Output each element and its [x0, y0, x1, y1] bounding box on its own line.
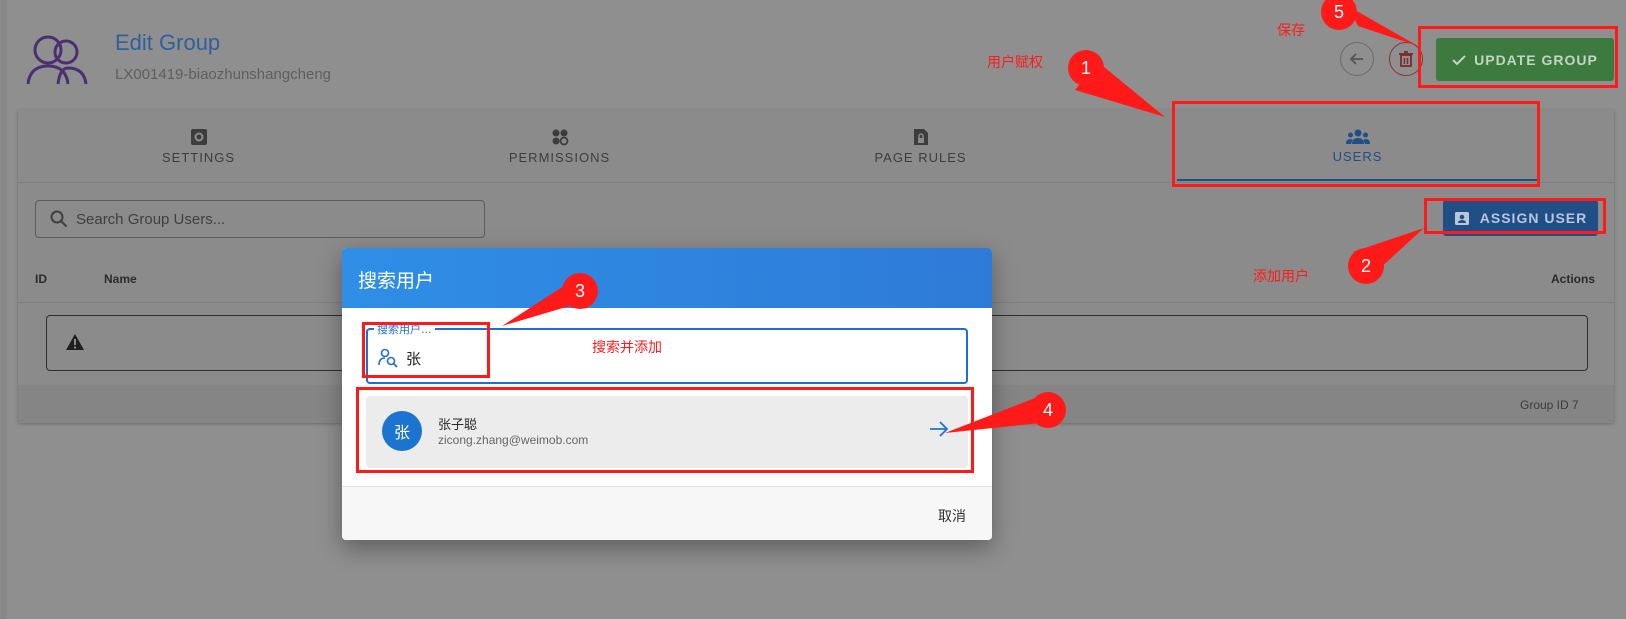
search-placeholder: Search Group Users...	[76, 210, 226, 228]
column-header-id: ID	[35, 272, 47, 286]
annotation-badge-1: 1	[1068, 50, 1104, 86]
tab-settings[interactable]: SETTINGS	[18, 110, 379, 182]
page-subtitle: LX001419-biaozhunshangcheng	[115, 66, 332, 83]
annotation-add-user-text: 添加用户	[1253, 269, 1309, 285]
dialog-title: 搜索用户	[358, 270, 435, 292]
page-title: Edit Group	[115, 30, 221, 55]
annotation-box-search	[362, 322, 490, 378]
column-header-actions: Actions	[1551, 272, 1596, 286]
back-button[interactable]	[1340, 42, 1374, 76]
tab-permissions-label: PERMISSIONS	[508, 149, 611, 165]
annotation-box-users-tab	[1172, 101, 1540, 187]
group-logo-icon	[24, 30, 90, 86]
annotation-box-update	[1418, 26, 1618, 88]
annotation-save-text: 保存	[1277, 23, 1305, 39]
tab-page-rules[interactable]: PAGE RULES	[740, 110, 1101, 182]
tab-settings-label: SETTINGS	[161, 149, 235, 165]
permissions-icon	[552, 129, 568, 145]
search-group-users-input[interactable]: Search Group Users...	[35, 200, 485, 238]
arrow-left-icon	[1349, 53, 1363, 65]
column-header-name: Name	[104, 272, 137, 286]
warning-icon	[66, 334, 84, 350]
group-id-label: Group ID 7	[1520, 398, 1579, 412]
annotation-search-add-text: 搜索并添加	[592, 340, 662, 356]
dialog-footer	[342, 487, 992, 540]
gear-icon	[190, 128, 207, 145]
annotation-box-assign	[1424, 198, 1606, 234]
page-lock-icon	[913, 128, 928, 145]
cancel-button[interactable]: 取消	[938, 506, 966, 526]
dialog-header	[342, 248, 992, 308]
window-edge	[0, 0, 7, 619]
annotation-box-result	[356, 387, 974, 473]
annotation-badge-4: 4	[1030, 392, 1066, 428]
annotation-user-auth-text: 用户赋权	[987, 55, 1043, 71]
annotation-badge-2: 2	[1348, 248, 1384, 284]
trash-icon	[1399, 51, 1413, 67]
tab-permissions[interactable]: PERMISSIONS	[379, 110, 740, 182]
tab-page-rules-label: PAGE RULES	[874, 149, 967, 165]
search-icon	[50, 210, 68, 228]
annotation-badge-3: 3	[562, 273, 598, 309]
